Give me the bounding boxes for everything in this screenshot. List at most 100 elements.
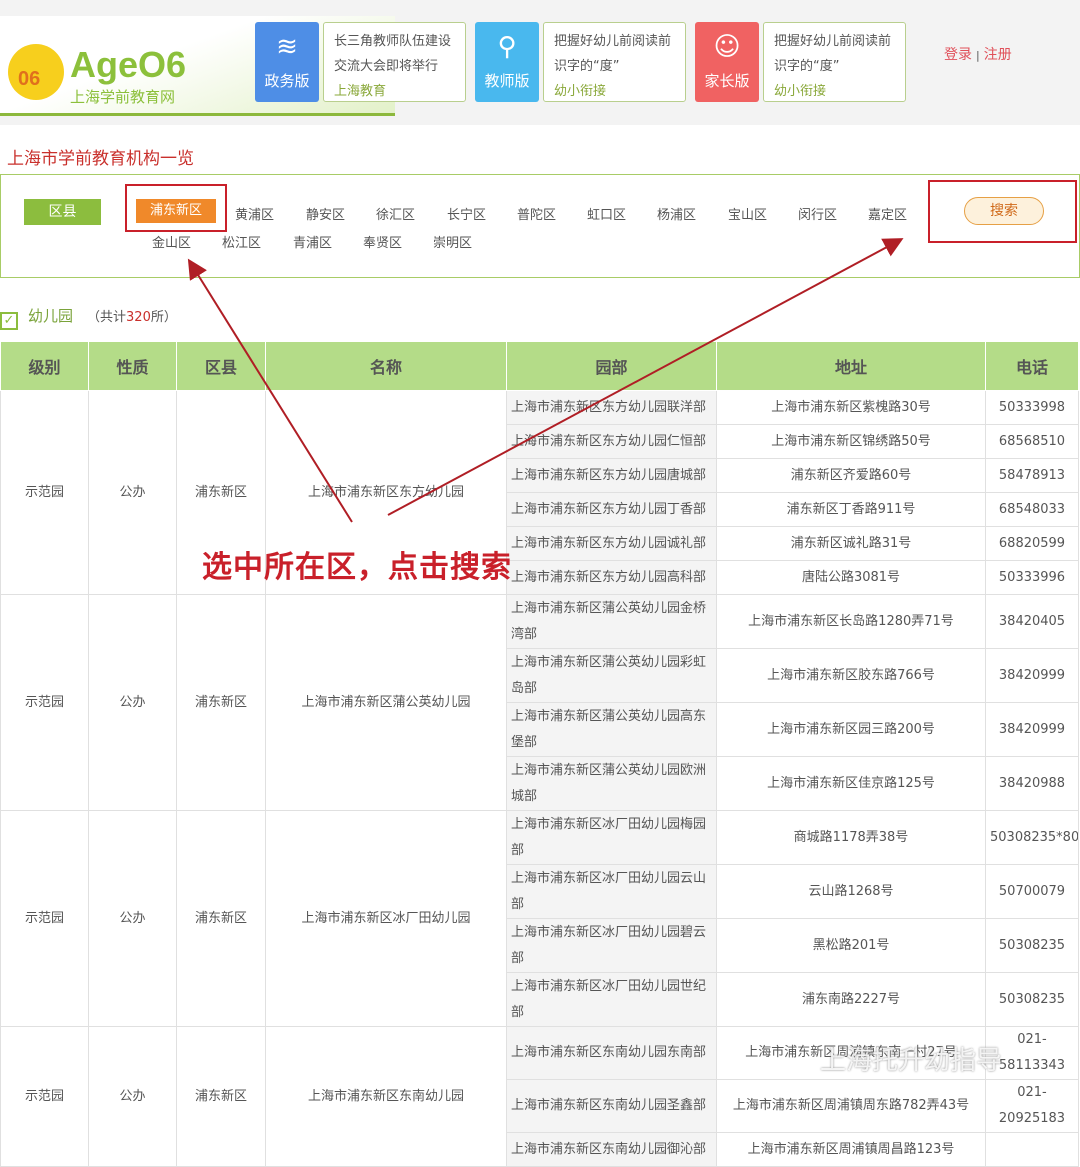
district-option[interactable]: 普陀区 — [517, 204, 556, 223]
cell-branch: 上海市浦东新区冰厂田幼儿园碧云部 — [506, 918, 717, 973]
cell-name: 上海市浦东新区蒲公英幼儿园 — [265, 594, 507, 811]
news-line[interactable]: 识字的“度” — [554, 54, 675, 79]
cell-address: 浦东新区齐爱路60号 — [716, 458, 986, 493]
cell-address: 浦东新区丁香路911号 — [716, 492, 986, 527]
cell-district: 浦东新区 — [176, 594, 266, 811]
news-card[interactable]: 把握好幼儿前阅读前 识字的“度” 幼小衔接 — [543, 22, 686, 102]
news-line[interactable]: 长三角教师队伍建设 — [334, 29, 455, 54]
version-2-button[interactable]: ☺ 家长版 — [695, 22, 759, 102]
auth-links: 登录 | 注册 — [944, 44, 1012, 64]
cell-branch: 上海市浦东新区东方幼儿园唐城部 — [506, 458, 717, 493]
cell-branch: 上海市浦东新区东南幼儿园御沁部 — [506, 1132, 717, 1167]
parents-icon: ☺ — [713, 32, 741, 62]
column-header: 电话 — [985, 341, 1079, 391]
cell-phone: 50308235*8003 — [985, 810, 1079, 865]
trowel-icon: ≋ — [276, 32, 298, 62]
cell-district: 浦东新区 — [176, 1026, 266, 1167]
news-line[interactable]: 交流大会即将举行 — [334, 54, 455, 79]
kindergarten-category[interactable]: ✓ 幼儿园 （共计320所） — [0, 305, 177, 330]
search-button[interactable]: 搜索 — [964, 197, 1044, 225]
table-row: 示范园 公办 浦东新区 上海市浦东新区冰厂田幼儿园 上海市浦东新区冰厂田幼儿园梅园部 商城… — [0, 810, 1079, 1027]
separator: | — [976, 49, 980, 62]
news-card[interactable]: 把握好幼儿前阅读前 识字的“度” 幼小衔接 — [763, 22, 906, 102]
cell-level: 示范园 — [0, 390, 89, 595]
version-0-button[interactable]: ≋ 政务版 — [255, 22, 319, 102]
column-header: 性质 — [88, 341, 177, 391]
district-option[interactable]: 青浦区 — [293, 232, 332, 251]
column-header: 园部 — [506, 341, 717, 391]
cell-phone: 38420405 — [985, 594, 1079, 649]
news-line[interactable]: 把握好幼儿前阅读前 — [554, 29, 675, 54]
table-row: 示范园 公办 浦东新区 上海市浦东新区蒲公英幼儿园 上海市浦东新区蒲公英幼儿园金桥湾部上… — [0, 594, 1079, 811]
district-option[interactable]: 金山区 — [152, 232, 191, 251]
district-option[interactable]: 宝山区 — [728, 204, 767, 223]
district-option[interactable]: 虹口区 — [587, 204, 626, 223]
news-card[interactable]: 长三角教师队伍建设 交流大会即将举行 上海教育 — [323, 22, 466, 102]
district-option[interactable]: 长宁区 — [447, 204, 486, 223]
cell-address: 上海市浦东新区胶东路766号 — [716, 648, 986, 703]
cell-address: 上海市浦东新区园三路200号 — [716, 702, 986, 757]
cell-district: 浦东新区 — [176, 810, 266, 1027]
cell-phone: 68568510 — [985, 424, 1079, 459]
cell-branch: 上海市浦东新区东方幼儿园高科部 — [506, 560, 717, 595]
highlight-box — [125, 184, 227, 232]
cell-address: 浦东新区诚礼路31号 — [716, 526, 986, 561]
district-option[interactable]: 静安区 — [306, 204, 345, 223]
district-filter: 区县 浦东新区 黄浦区 静安区 徐汇区 长宁区 普陀区 虹口区 杨浦区 宝山区 闵行区 嘉定区 金山区… — [0, 174, 1080, 278]
cell-branch: 上海市浦东新区冰厂田幼儿园云山部 — [506, 864, 717, 919]
cell-address: 上海市浦东新区佳京路125号 — [716, 756, 986, 811]
cell-name: 上海市浦东新区冰厂田幼儿园 — [265, 810, 507, 1027]
district-option[interactable]: 奉贤区 — [363, 232, 402, 251]
cell-branch: 上海市浦东新区冰厂田幼儿园世纪部 — [506, 972, 717, 1027]
cell-type: 公办 — [88, 390, 177, 595]
login-link[interactable]: 登录 — [944, 47, 972, 63]
cell-address: 上海市浦东新区周浦镇周昌路123号 — [716, 1132, 986, 1167]
district-option[interactable]: 杨浦区 — [657, 204, 696, 223]
news-tag[interactable]: 上海教育 — [334, 79, 455, 104]
cell-phone: 50333996 — [985, 560, 1079, 595]
news-line[interactable]: 识字的“度” — [774, 54, 895, 79]
news-tag[interactable]: 幼小衔接 — [774, 79, 895, 104]
cell-branch: 上海市浦东新区蒲公英幼儿园高东堡部 — [506, 702, 717, 757]
district-option[interactable]: 徐汇区 — [376, 204, 415, 223]
cell-branch: 上海市浦东新区东南幼儿园圣鑫部 — [506, 1079, 717, 1133]
cell-name: 上海市浦东新区东南幼儿园 — [265, 1026, 507, 1167]
table-row: 示范园 公办 浦东新区 上海市浦东新区东方幼儿园 上海市浦东新区东方幼儿园联洋部 上海市浦… — [0, 390, 1079, 595]
cell-branch: 上海市浦东新区东方幼儿园联洋部 — [506, 390, 717, 425]
district-option[interactable]: 闵行区 — [798, 204, 837, 223]
register-link[interactable]: 注册 — [984, 47, 1012, 63]
cell-phone: 58478913 — [985, 458, 1079, 493]
cell-address: 上海市浦东新区锦绣路50号 — [716, 424, 986, 459]
cell-branch: 上海市浦东新区东方幼儿园丁香部 — [506, 492, 717, 527]
cell-phone: 50308235 — [985, 918, 1079, 973]
district-option[interactable]: 松江区 — [222, 232, 261, 251]
cell-branch: 上海市浦东新区东南幼儿园东南部 — [506, 1026, 717, 1080]
column-header: 级别 — [0, 341, 89, 391]
watermark: 上海托升幼指导 — [820, 1046, 1003, 1076]
cell-phone: 50700079 — [985, 864, 1079, 919]
cell-address: 唐陆公路3081号 — [716, 560, 986, 595]
page-title: 上海市学前教育机构一览 — [7, 149, 194, 169]
version-1-button[interactable]: ⚲ 教师版 — [475, 22, 539, 102]
cell-level: 示范园 — [0, 810, 89, 1027]
logo-badge: 06 — [18, 68, 41, 90]
logo-text: AgeO6 — [70, 44, 187, 85]
cell-address: 商城路1178弄38号 — [716, 810, 986, 865]
checkbox-checked-icon[interactable]: ✓ — [0, 312, 18, 330]
district-option[interactable]: 黄浦区 — [235, 204, 274, 223]
cell-phone: 38420988 — [985, 756, 1079, 811]
district-option[interactable]: 嘉定区 — [868, 204, 907, 223]
category-label: 幼儿园 — [28, 307, 74, 325]
cell-type: 公办 — [88, 594, 177, 811]
teacher-icon: ⚲ — [497, 32, 517, 62]
column-header: 名称 — [265, 341, 507, 391]
cell-phone: 38420999 — [985, 648, 1079, 703]
cell-branch: 上海市浦东新区蒲公英幼儿园金桥湾部 — [506, 594, 717, 649]
cell-address: 上海市浦东新区紫槐路30号 — [716, 390, 986, 425]
news-tag[interactable]: 幼小衔接 — [554, 79, 675, 104]
news-line[interactable]: 把握好幼儿前阅读前 — [774, 29, 895, 54]
cell-address: 黑松路201号 — [716, 918, 986, 973]
cell-type: 公办 — [88, 810, 177, 1027]
cell-branch: 上海市浦东新区蒲公英幼儿园彩虹岛部 — [506, 648, 717, 703]
district-option[interactable]: 崇明区 — [433, 232, 472, 251]
